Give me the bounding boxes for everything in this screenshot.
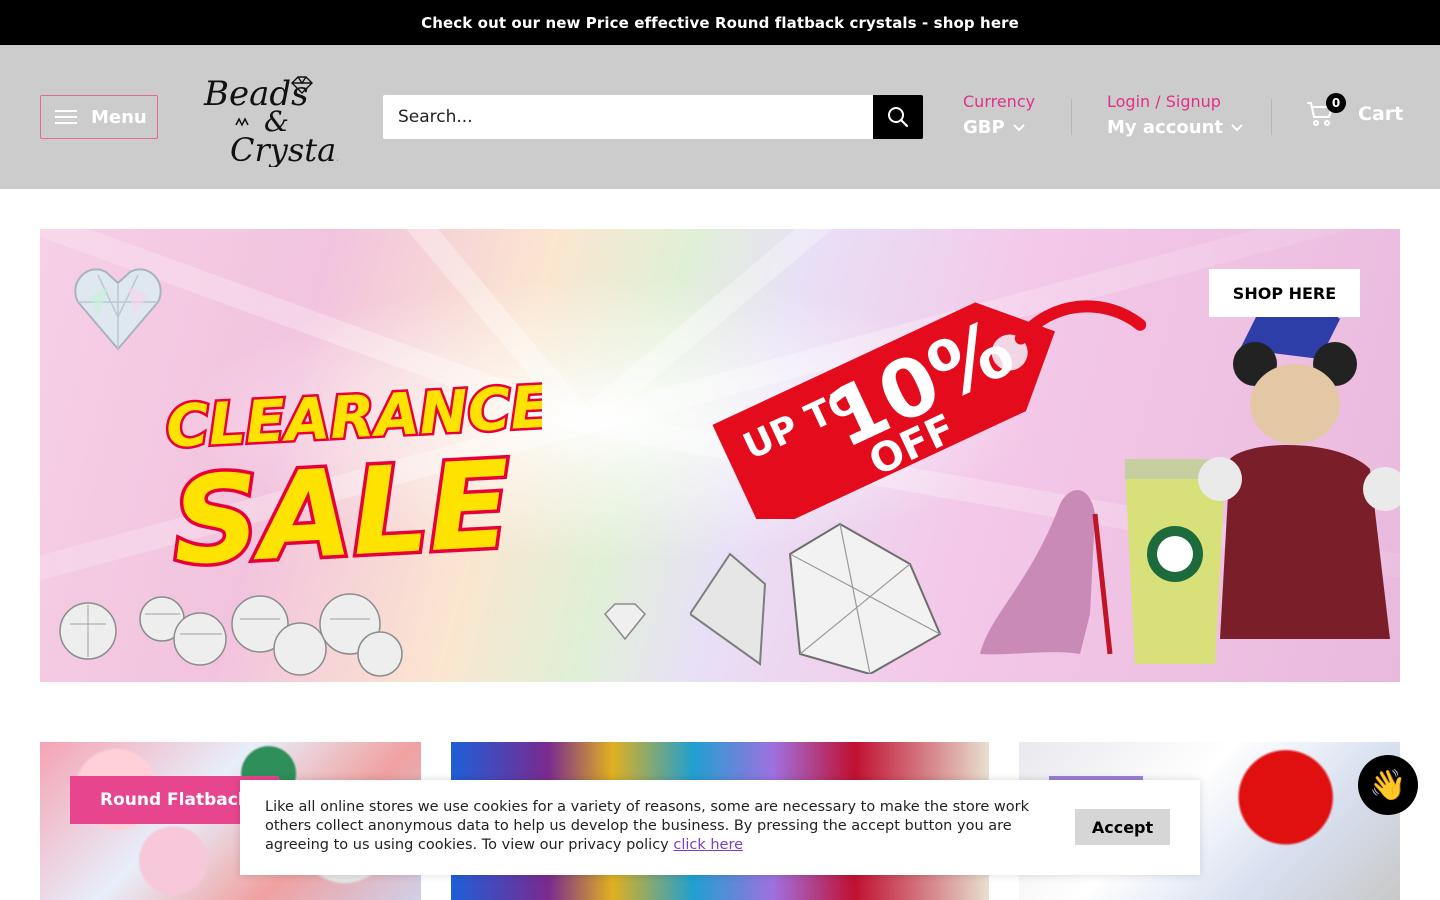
large-diamonds-image xyxy=(690,522,942,674)
search-icon xyxy=(888,107,909,128)
heart-crystal-image xyxy=(74,268,162,351)
cart-count-badge: 0 xyxy=(1326,93,1346,113)
login-signup-link[interactable]: Login / Signup xyxy=(1107,91,1243,113)
accept-cookies-button[interactable]: Accept xyxy=(1075,809,1170,845)
hero-banner[interactable]: CLEARANCE SALE UP TO 10% OFF SHOP HERE xyxy=(40,229,1400,682)
cookie-text: Like all online stores we use cookies fo… xyxy=(265,799,1030,853)
chat-widget-button[interactable]: 👋 xyxy=(1358,755,1418,815)
header-divider xyxy=(1271,99,1272,135)
privacy-policy-link[interactable]: click here xyxy=(673,837,743,853)
svg-text:Crystals: Crystals xyxy=(230,131,338,167)
currency-value: GBP xyxy=(963,117,1005,138)
sale-text: SALE xyxy=(169,436,514,579)
shop-here-button[interactable]: SHOP HERE xyxy=(1209,269,1360,317)
tiny-diamond-image xyxy=(603,603,647,641)
chevron-down-icon xyxy=(1231,124,1243,132)
clearance-sale-graphic: CLEARANCE SALE xyxy=(162,379,542,579)
announcement-bar[interactable]: Check out our new Price effective Round … xyxy=(0,0,1440,45)
hamburger-icon xyxy=(55,109,77,125)
my-account-label: My account xyxy=(1107,117,1223,138)
small-diamonds-image xyxy=(59,593,403,677)
cookie-banner: Like all online stores we use cookies fo… xyxy=(240,780,1200,875)
waving-hand-icon: 👋 xyxy=(1369,767,1407,803)
search-bar xyxy=(383,95,923,139)
cart-button[interactable]: 0 Cart xyxy=(1306,93,1404,127)
chevron-down-icon xyxy=(1012,124,1025,132)
menu-button[interactable]: Menu xyxy=(40,95,158,139)
cart-label: Cart xyxy=(1358,103,1404,125)
svg-text:Beads: Beads xyxy=(203,74,309,114)
search-input[interactable] xyxy=(383,95,873,139)
account-menu[interactable]: Login / Signup My account xyxy=(1107,91,1243,143)
search-button[interactable] xyxy=(873,95,923,139)
site-header: Menu Beads & Crystals Currency GBP Login… xyxy=(0,45,1440,189)
currency-label: Currency xyxy=(963,92,1036,111)
site-logo[interactable]: Beads & Crystals xyxy=(198,71,338,167)
currency-selector[interactable]: Currency GBP xyxy=(963,91,1035,143)
announcement-text[interactable]: Check out our new Price effective Round … xyxy=(421,14,1019,32)
crystal-heels-image xyxy=(980,490,1113,655)
header-divider xyxy=(1071,99,1072,135)
menu-label: Menu xyxy=(91,106,147,128)
